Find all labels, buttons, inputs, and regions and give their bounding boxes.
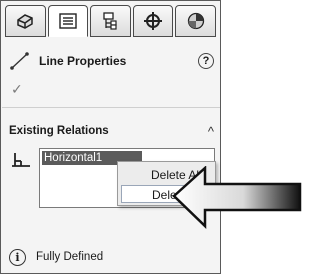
tab-property-manager[interactable]	[47, 5, 89, 37]
tab-configuration-manager[interactable]	[90, 5, 131, 37]
existing-relations-header[interactable]: Existing Relations ^	[9, 123, 214, 139]
tab-dimxpert-manager[interactable]	[132, 5, 174, 37]
appearance-sphere-icon	[187, 12, 204, 30]
status-text: Fully Defined	[36, 251, 104, 263]
page-title: Line Properties	[39, 54, 127, 68]
configuration-manager-icon	[103, 12, 118, 30]
property-header: Line Properties ?	[9, 51, 214, 71]
status-bar: i Fully Defined	[9, 247, 103, 267]
feature-tree-icon	[17, 14, 34, 29]
manager-tab-bar	[5, 5, 216, 37]
property-manager-panel: Line Properties ? ✓ Existing Relations ^…	[0, 0, 221, 274]
tab-display-manager[interactable]	[175, 5, 216, 37]
property-manager-icon	[59, 13, 77, 29]
pointer-arrow-icon	[172, 166, 302, 229]
section-divider	[2, 107, 220, 108]
info-icon: i	[9, 248, 26, 266]
help-button[interactable]: ?	[198, 53, 214, 69]
ok-button[interactable]: ✓	[11, 81, 23, 98]
line-tool-icon	[10, 52, 29, 70]
section-title: Existing Relations	[9, 125, 109, 137]
horizontal-relation-icon	[12, 153, 30, 167]
crosshair-icon	[144, 12, 163, 30]
tab-feature-manager[interactable]	[5, 5, 46, 37]
collapse-chevron-icon[interactable]: ^	[208, 124, 214, 139]
